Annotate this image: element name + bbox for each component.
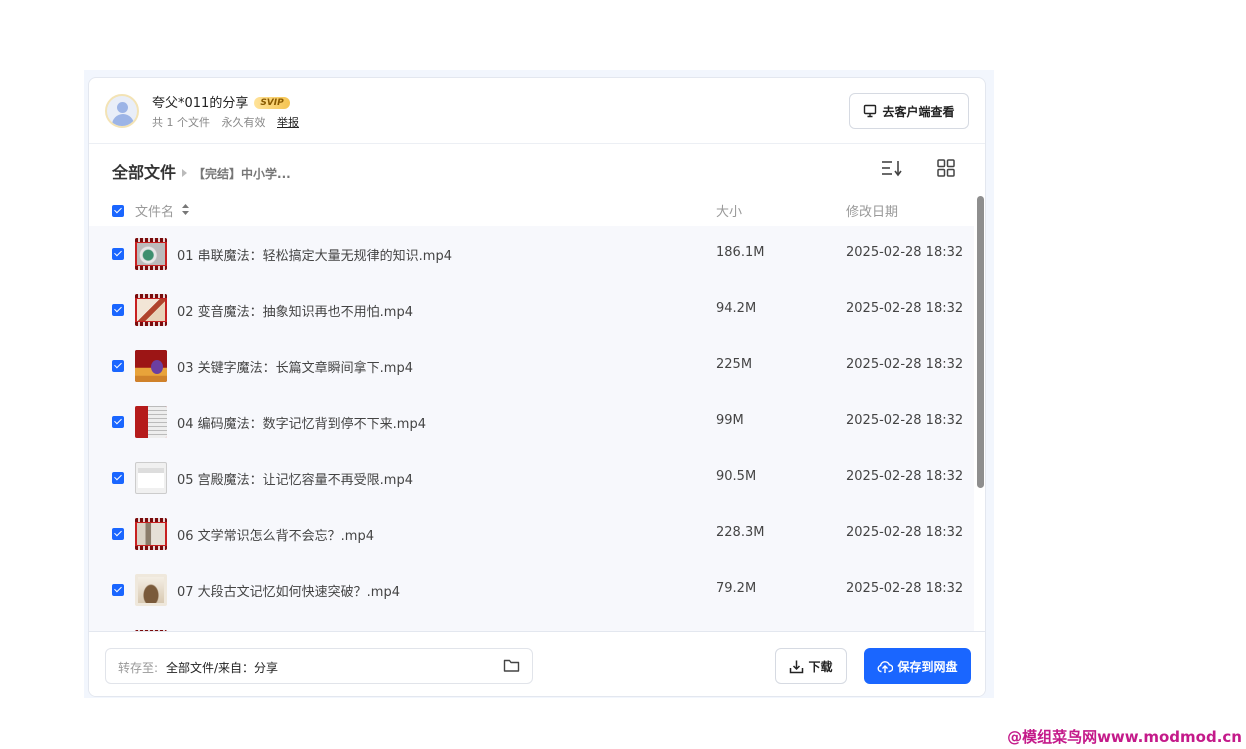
- file-date: 2025-02-28 18:32: [846, 413, 964, 428]
- video-thumbnail: [135, 294, 167, 326]
- video-thumbnail: [135, 406, 167, 438]
- file-name[interactable]: 05 宫殿魔法：让记忆容量不再受限.mp4: [177, 469, 413, 488]
- save-to-drive-button[interactable]: 保存到网盘: [864, 648, 971, 684]
- share-title: 夸父*011的分享 SVIP: [152, 92, 290, 111]
- row-checkbox[interactable]: [112, 304, 124, 316]
- file-row[interactable]: 03 关键字魔法：长篇文章瞬间拿下.mp4 225M 2025-02-28 18…: [89, 338, 974, 394]
- video-thumbnail: [135, 350, 167, 382]
- column-size: 大小: [716, 205, 743, 220]
- file-name[interactable]: 01 串联魔法：轻松搞定大量无规律的知识.mp4: [177, 245, 452, 264]
- video-thumbnail: [135, 238, 167, 270]
- share-header: 夸父*011的分享 SVIP 共 1 个文件 永久有效 举报 去客户端查看: [89, 78, 985, 144]
- file-size: 90.5M: [716, 469, 757, 484]
- avatar: [105, 94, 139, 128]
- column-date: 修改日期: [846, 205, 899, 220]
- watermark-text: @模组菜鸟网www.modmod.cn: [1007, 728, 1242, 746]
- list-header: 文件名 大小 修改日期: [89, 196, 974, 226]
- file-row[interactable]: 06 文学常识怎么背不会忘？.mp4 228.3M 2025-02-28 18:…: [89, 506, 974, 562]
- download-button[interactable]: 下载: [775, 648, 847, 684]
- video-thumbnail: [135, 574, 167, 606]
- file-date: 2025-02-28 18:32: [846, 301, 964, 316]
- sort-arrows-icon: [182, 204, 190, 215]
- share-card: 夸父*011的分享 SVIP 共 1 个文件 永久有效 举报 去客户端查看 全部文…: [88, 77, 986, 697]
- save-to-drive-label: 保存到网盘: [897, 659, 958, 674]
- file-name[interactable]: 02 变音魔法：抽象知识再也不用怕.mp4: [177, 301, 413, 320]
- footer-bar: 转存至: 全部文件/来自：分享 下载 保存到网盘: [89, 631, 985, 696]
- file-row[interactable]: 02 变音魔法：抽象知识再也不用怕.mp4 94.2M 2025-02-28 1…: [89, 282, 974, 338]
- svip-badge: SVIP: [254, 97, 290, 109]
- file-size: 94.2M: [716, 301, 757, 316]
- save-path-value: 全部文件/来自：分享: [166, 661, 279, 675]
- row-checkbox[interactable]: [112, 472, 124, 484]
- file-size: 99M: [716, 413, 744, 428]
- file-name[interactable]: 07 大段古文记忆如何快速突破？.mp4: [177, 581, 400, 600]
- file-row[interactable]: 07 大段古文记忆如何快速突破？.mp4 79.2M 2025-02-28 18…: [89, 562, 974, 618]
- file-size: 225M: [716, 357, 753, 372]
- row-checkbox[interactable]: [112, 416, 124, 428]
- open-client-button[interactable]: 去客户端查看: [849, 93, 969, 129]
- validity: 永久有效: [221, 116, 266, 129]
- share-owner: 夸父*011的分享: [152, 96, 249, 111]
- file-size: 228.3M: [716, 525, 765, 540]
- file-row[interactable]: 01 串联魔法：轻松搞定大量无规律的知识.mp4 186.1M 2025-02-…: [89, 226, 974, 282]
- select-all-checkbox[interactable]: [112, 205, 124, 217]
- row-checkbox[interactable]: [112, 584, 124, 596]
- save-path-label: 转存至:: [118, 661, 159, 675]
- file-row[interactable]: 05 宫殿魔法：让记忆容量不再受限.mp4 90.5M 2025-02-28 1…: [89, 450, 974, 506]
- grid-view-icon[interactable]: [937, 159, 955, 177]
- file-list: 01 串联魔法：轻松搞定大量无规律的知识.mp4 186.1M 2025-02-…: [89, 226, 974, 631]
- breadcrumb: 全部文件 【完结】中小学...: [112, 159, 291, 183]
- row-checkbox[interactable]: [112, 528, 124, 540]
- row-checkbox[interactable]: [112, 360, 124, 372]
- file-name[interactable]: 06 文学常识怎么背不会忘？.mp4: [177, 525, 374, 544]
- file-name[interactable]: 03 关键字魔法：长篇文章瞬间拿下.mp4: [177, 357, 413, 376]
- download-label: 下载: [808, 659, 833, 674]
- file-size: 186.1M: [716, 245, 765, 260]
- video-thumbnail: [135, 518, 167, 550]
- breadcrumb-arrow-icon: [182, 168, 188, 177]
- file-row[interactable]: 04 编码魔法：数字记忆背到停不下来.mp4 99M 2025-02-28 18…: [89, 394, 974, 450]
- user-icon: [117, 102, 128, 113]
- cloud-upload-icon: [878, 660, 894, 673]
- breadcrumb-current[interactable]: 【完结】中小学...: [193, 167, 291, 181]
- download-icon: [790, 660, 804, 673]
- file-date: 2025-02-28 18:32: [846, 469, 964, 484]
- column-name[interactable]: 文件名: [135, 201, 190, 220]
- monitor-icon: [864, 104, 877, 118]
- breadcrumb-root[interactable]: 全部文件: [112, 163, 176, 182]
- file-count: 共 1 个文件: [152, 116, 210, 129]
- file-date: 2025-02-28 18:32: [846, 525, 964, 540]
- file-name[interactable]: 04 编码魔法：数字记忆背到停不下来.mp4: [177, 413, 426, 432]
- video-thumbnail: [135, 462, 167, 494]
- file-size: 79.2M: [716, 581, 757, 596]
- report-link[interactable]: 举报: [277, 116, 299, 129]
- share-meta: 共 1 个文件 永久有效 举报: [152, 114, 307, 130]
- scrollbar-thumb[interactable]: [977, 196, 984, 488]
- open-client-label: 去客户端查看: [882, 104, 955, 119]
- sort-icon[interactable]: [881, 159, 903, 177]
- file-date: 2025-02-28 18:32: [846, 581, 964, 596]
- file-row[interactable]: [89, 618, 974, 631]
- save-path-selector[interactable]: 转存至: 全部文件/来自：分享: [105, 648, 533, 684]
- row-checkbox[interactable]: [112, 248, 124, 260]
- file-date: 2025-02-28 18:32: [846, 357, 964, 372]
- file-date: 2025-02-28 18:32: [846, 245, 964, 260]
- folder-icon[interactable]: [503, 658, 520, 673]
